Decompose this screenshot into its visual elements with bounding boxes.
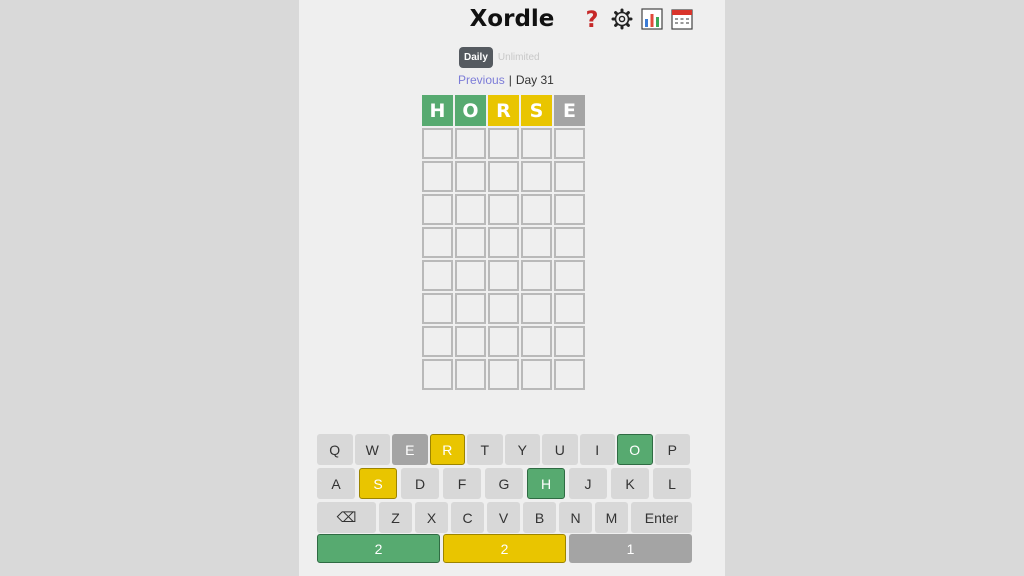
key-x[interactable]: X [415, 502, 448, 533]
board-tile [422, 359, 453, 390]
keyboard-row: QWERTYUIOP [317, 434, 692, 467]
nav-separator: | [508, 73, 512, 87]
keyboard-row: ⌫ Z X C V B N M Enter [317, 502, 692, 535]
board-tile [554, 161, 585, 192]
board-tile [488, 128, 519, 159]
key-e[interactable]: E [392, 434, 428, 465]
key-o[interactable]: O [617, 434, 653, 465]
board-tile [455, 359, 486, 390]
keyboard-row: ASDFGHJKL [317, 468, 692, 501]
game-panel: Xordle ? Daily Unlimited Previous | Day … [299, 0, 725, 576]
question-mark-icon[interactable]: ? [581, 8, 603, 30]
key-d[interactable]: D [401, 468, 439, 499]
board-tile: H [422, 95, 453, 126]
board-tile [521, 161, 552, 192]
board-tile [521, 359, 552, 390]
enter-key[interactable]: Enter [631, 502, 692, 533]
backspace-key[interactable]: ⌫ [317, 502, 376, 533]
game-board: HORSE [422, 95, 585, 390]
gear-icon[interactable] [611, 8, 633, 30]
key-l[interactable]: L [653, 468, 691, 499]
key-h[interactable]: H [527, 468, 565, 499]
board-tile [554, 194, 585, 225]
key-f[interactable]: F [443, 468, 481, 499]
day-label: Day 31 [515, 73, 554, 87]
header-icons: ? [581, 8, 693, 30]
board-tile [488, 161, 519, 192]
key-u[interactable]: U [542, 434, 578, 465]
day-navigation: Previous | Day 31 [458, 73, 554, 87]
key-w[interactable]: W [354, 434, 390, 465]
board-tile [521, 326, 552, 357]
board-tile [455, 161, 486, 192]
key-j[interactable]: J [569, 468, 607, 499]
board-tile [422, 227, 453, 258]
result-counts: 221 [317, 534, 692, 564]
unlimited-mode-button[interactable]: Unlimited [493, 47, 545, 68]
key-v[interactable]: V [487, 502, 520, 533]
svg-text:?: ? [586, 8, 599, 30]
key-g[interactable]: G [485, 468, 523, 499]
board-tile [422, 293, 453, 324]
board-tile [422, 161, 453, 192]
key-t[interactable]: T [467, 434, 503, 465]
mode-toggle: Daily Unlimited [459, 47, 545, 68]
board-tile [554, 128, 585, 159]
key-n[interactable]: N [559, 502, 592, 533]
board-tile: S [521, 95, 552, 126]
key-r[interactable]: R [429, 434, 465, 465]
board-tile [455, 227, 486, 258]
board-tile: R [488, 95, 519, 126]
board-tile [488, 326, 519, 357]
count-yellow: 2 [443, 534, 566, 563]
board-tile [521, 128, 552, 159]
board-tile [521, 227, 552, 258]
board-tile [422, 260, 453, 291]
board-tile [521, 194, 552, 225]
board-tile [422, 194, 453, 225]
board-tile [488, 359, 519, 390]
board-tile [455, 128, 486, 159]
board-tile [554, 260, 585, 291]
board-tile [521, 293, 552, 324]
board-tile: E [554, 95, 585, 126]
calendar-icon[interactable] [671, 8, 693, 30]
key-m[interactable]: M [595, 502, 628, 533]
board-tile [455, 260, 486, 291]
on-screen-keyboard: Q W E R T Y U I O P A S D F G H J K L ⌫ Z X C V B N M Enter [317, 434, 692, 536]
key-y[interactable]: Y [504, 434, 540, 465]
board-tile [554, 359, 585, 390]
board-tile [488, 194, 519, 225]
board-tile [554, 326, 585, 357]
key-c[interactable]: C [451, 502, 484, 533]
board-tile [455, 326, 486, 357]
board-tile [422, 128, 453, 159]
count-green: 2 [317, 534, 440, 563]
key-q[interactable]: Q [317, 434, 353, 465]
board-tile [455, 194, 486, 225]
board-tile [488, 260, 519, 291]
board-tile [488, 293, 519, 324]
board-tile [554, 293, 585, 324]
key-z[interactable]: Z [379, 502, 412, 533]
bar-chart-icon[interactable] [641, 8, 663, 30]
key-i[interactable]: I [579, 434, 615, 465]
key-b[interactable]: B [523, 502, 556, 533]
previous-link[interactable]: Previous [458, 73, 505, 87]
board-tile [521, 260, 552, 291]
board-tile [488, 227, 519, 258]
key-a[interactable]: A [317, 468, 355, 499]
key-p[interactable]: P [654, 434, 690, 465]
board-tile: O [455, 95, 486, 126]
key-s[interactable]: S [359, 468, 397, 499]
board-tile [455, 293, 486, 324]
count-grey: 1 [569, 534, 692, 563]
board-tile [422, 326, 453, 357]
key-k[interactable]: K [611, 468, 649, 499]
daily-mode-button[interactable]: Daily [459, 47, 493, 68]
board-tile [554, 227, 585, 258]
